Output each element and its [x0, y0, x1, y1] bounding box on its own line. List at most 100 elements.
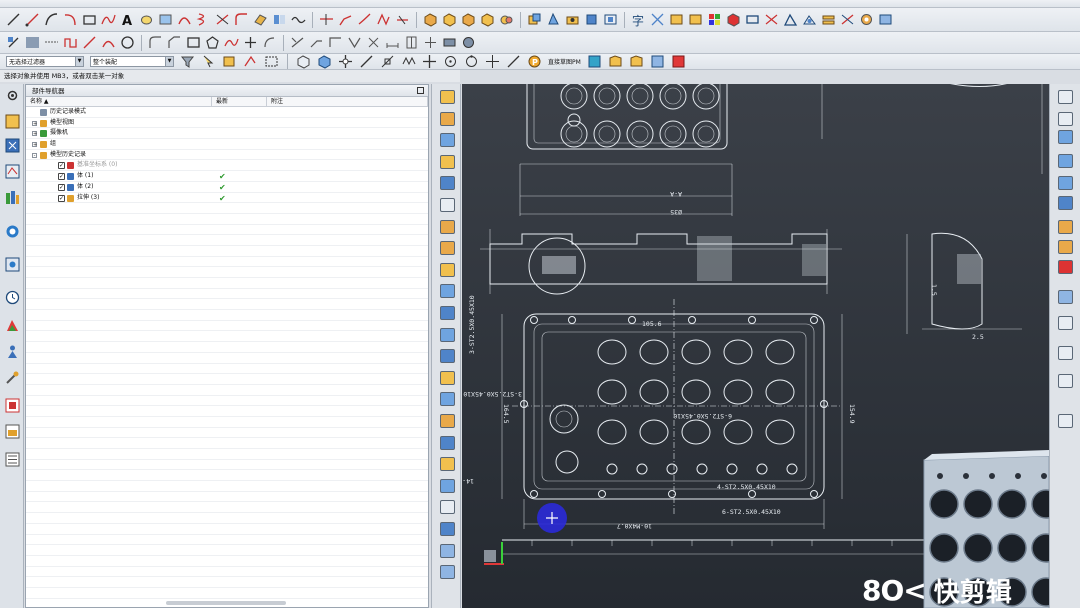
- clock-icon[interactable]: [5, 290, 20, 305]
- snap-curve-icon[interactable]: [401, 54, 416, 69]
- circle-icon[interactable]: [120, 35, 135, 50]
- constraint-icon[interactable]: [347, 35, 362, 50]
- shell-icon[interactable]: [688, 12, 703, 27]
- pattern-icon[interactable]: [669, 12, 684, 27]
- fillet-icon[interactable]: [148, 35, 163, 50]
- tree-row[interactable]: ✓ 拉伸 (3) ✔: [26, 193, 428, 204]
- assembly-navigator-icon[interactable]: [5, 114, 20, 129]
- rotate-icon[interactable]: [1058, 260, 1073, 274]
- rectangle-icon[interactable]: [186, 35, 201, 50]
- book-icon[interactable]: [650, 54, 665, 69]
- boolean-icon[interactable]: [499, 12, 514, 27]
- block-icon[interactable]: [423, 12, 438, 27]
- column-header-name[interactable]: 名称 ▲: [26, 97, 212, 106]
- pocket-icon[interactable]: [440, 198, 455, 212]
- checkbox[interactable]: ✓: [58, 183, 65, 191]
- auto-constraint-icon[interactable]: [366, 35, 381, 50]
- clip-section-icon[interactable]: [1058, 414, 1073, 428]
- snap-line-icon[interactable]: [359, 54, 374, 69]
- polygon-icon[interactable]: [205, 35, 220, 50]
- unite-icon[interactable]: [764, 12, 779, 27]
- view-front-icon[interactable]: [1058, 90, 1073, 104]
- tree-row[interactable]: - 模型历史记录: [26, 150, 428, 161]
- revolve-icon[interactable]: [440, 133, 455, 148]
- point-icon[interactable]: [243, 35, 258, 50]
- fillet-curve-icon[interactable]: [234, 12, 249, 27]
- view-bottom-icon[interactable]: [1058, 196, 1073, 210]
- checkbox[interactable]: ✓: [58, 162, 65, 170]
- snap-control-icon[interactable]: [338, 54, 353, 69]
- view-iso-icon[interactable]: [1058, 154, 1073, 168]
- line-icon[interactable]: [82, 35, 97, 50]
- measure-icon[interactable]: [821, 12, 836, 27]
- view-back-icon[interactable]: [1058, 176, 1073, 190]
- smooth-curve-icon[interactable]: [395, 12, 410, 27]
- reattach-icon[interactable]: [629, 54, 644, 69]
- studio-spline-icon[interactable]: [224, 35, 239, 50]
- quick-extend-icon[interactable]: [309, 35, 324, 50]
- pocket-icon[interactable]: [603, 12, 618, 27]
- groove-icon[interactable]: [440, 262, 455, 277]
- sketch-icon[interactable]: [440, 90, 455, 104]
- column-header-uptodate[interactable]: 最新: [212, 97, 267, 106]
- zoom-icon[interactable]: [1058, 316, 1073, 330]
- curve-length-icon[interactable]: [376, 12, 391, 27]
- analysis-icon[interactable]: [461, 35, 476, 50]
- reuse-library-icon[interactable]: [5, 190, 20, 205]
- extrude-icon[interactable]: [440, 111, 455, 126]
- expand-icon[interactable]: +: [32, 131, 37, 137]
- constraint-navigator-icon[interactable]: [5, 138, 20, 153]
- shell-icon[interactable]: [440, 327, 455, 342]
- view-right-icon[interactable]: [1058, 130, 1073, 144]
- join-curve-icon[interactable]: [338, 12, 353, 27]
- line-icon[interactable]: [25, 12, 40, 27]
- wave-icon[interactable]: [291, 12, 306, 27]
- hole-icon[interactable]: [565, 12, 580, 27]
- divide-curve-icon[interactable]: [357, 12, 372, 27]
- tree-row[interactable]: + 摄像机: [26, 128, 428, 140]
- sphere-icon[interactable]: [480, 12, 495, 27]
- emboss-icon[interactable]: [440, 565, 455, 580]
- project-curve-icon[interactable]: [139, 12, 154, 27]
- tree-row[interactable]: ✓ 体 (2) ✔: [26, 182, 428, 193]
- tree-row[interactable]: ✓ 基准坐标系 (0): [26, 160, 428, 172]
- quick-trim-icon[interactable]: [290, 35, 305, 50]
- selection-scope-select[interactable]: 整个装配 ▼: [90, 56, 174, 67]
- rectangle-select-icon[interactable]: [264, 54, 279, 69]
- helix-icon[interactable]: [196, 12, 211, 27]
- pan-icon[interactable]: [1058, 290, 1073, 304]
- extend-curve-icon[interactable]: [319, 12, 334, 27]
- boss-icon[interactable]: [440, 176, 455, 191]
- thicken-icon[interactable]: [440, 478, 455, 493]
- expand-icon[interactable]: +: [32, 142, 37, 148]
- select-feature-icon[interactable]: [201, 54, 216, 69]
- snap-bounded-icon[interactable]: [506, 54, 521, 69]
- orient-view-icon[interactable]: [608, 54, 623, 69]
- chamfer-icon[interactable]: [440, 306, 455, 320]
- column-header-notes[interactable]: 附注: [267, 97, 428, 106]
- spline-icon[interactable]: [101, 12, 116, 27]
- dimension-icon[interactable]: [385, 35, 400, 50]
- filter-icon[interactable]: [180, 54, 195, 69]
- pattern-icon[interactable]: [440, 370, 455, 385]
- surface-icon[interactable]: [253, 12, 268, 27]
- offset-icon[interactable]: [262, 35, 277, 50]
- checkbox[interactable]: ✓: [58, 194, 65, 202]
- sew-icon[interactable]: [440, 500, 455, 515]
- tree-row[interactable]: + 组: [26, 139, 428, 150]
- hole-icon[interactable]: [440, 154, 455, 169]
- rectangle-icon[interactable]: [82, 12, 97, 27]
- shading-icon[interactable]: [878, 12, 893, 27]
- text-icon[interactable]: A: [120, 12, 135, 27]
- slot-icon[interactable]: [440, 241, 455, 256]
- color-palette-icon[interactable]: [707, 12, 722, 27]
- settings-icon[interactable]: [5, 88, 20, 103]
- chamfer-icon[interactable]: [167, 35, 182, 50]
- arc-icon[interactable]: [101, 35, 116, 50]
- analysis-icon[interactable]: [840, 12, 855, 27]
- extrude-icon[interactable]: [527, 12, 542, 27]
- trim-body-icon[interactable]: [440, 392, 455, 407]
- history-icon[interactable]: [5, 257, 20, 272]
- tree-row[interactable]: ✓ 体 (1) ✔: [26, 171, 428, 182]
- print-icon[interactable]: [5, 398, 20, 413]
